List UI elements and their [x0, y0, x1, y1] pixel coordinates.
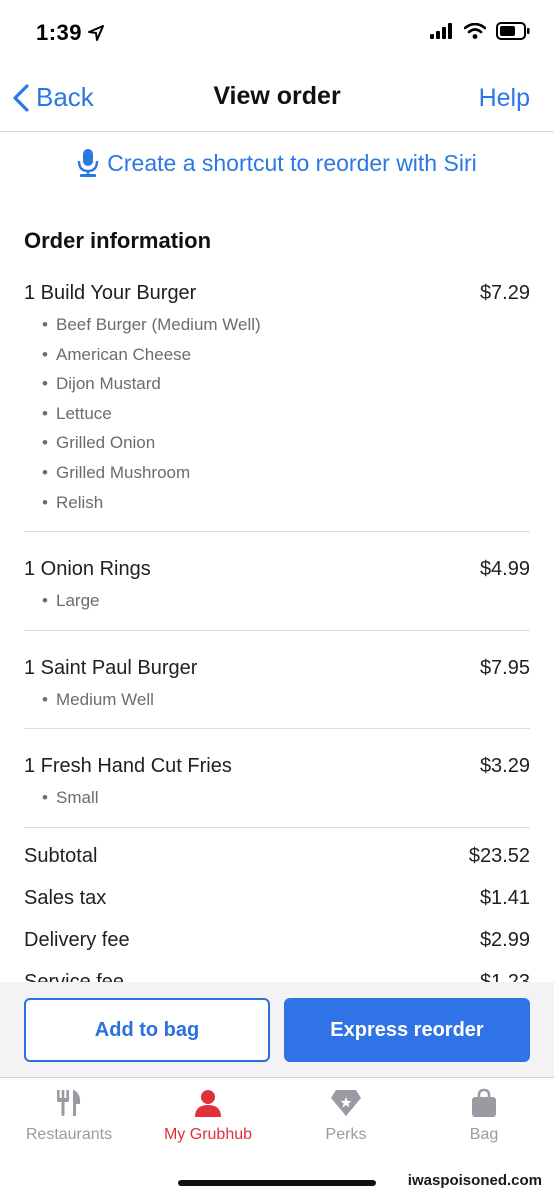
action-bar: Add to bag Express reorder [0, 982, 554, 1078]
siri-shortcut-label: Create a shortcut to reorder with Siri [107, 149, 477, 176]
tab-label: Perks [325, 1126, 367, 1143]
add-to-bag-button[interactable]: Add to bag [24, 998, 270, 1062]
siri-shortcut-link[interactable]: Create a shortcut to reorder with Siri [0, 146, 554, 180]
section-title: Order information [24, 228, 212, 253]
tab-restaurants[interactable]: Restaurants [9, 1088, 129, 1144]
total-row-sales-tax: Sales tax $1.41 [24, 882, 530, 924]
tab-perks[interactable]: Perks [286, 1088, 406, 1144]
modifier: American Cheese [24, 340, 530, 370]
modifier: Medium Well [24, 685, 530, 715]
order-item: 1 Onion Rings $4.99 Large [24, 554, 530, 631]
clock-text: 1:39 [36, 20, 83, 45]
item-price: $7.95 [479, 656, 530, 679]
modifier: Lettuce [24, 399, 530, 429]
modifier: Grilled Onion [24, 428, 530, 458]
watermark: iwaspoisoned.com [407, 1172, 542, 1189]
total-label: Sales tax [24, 887, 107, 909]
modifier: Relish [24, 488, 530, 518]
modifier: Grilled Mushroom [24, 458, 530, 488]
item-name: 1 Fresh Hand Cut Fries [24, 755, 232, 778]
modifier: Dijon Mustard [24, 369, 530, 399]
modifier: Large [24, 586, 530, 616]
item-price: $4.99 [479, 558, 530, 581]
item-name: 1 Build Your Burger [24, 282, 197, 304]
item-price: $7.29 [479, 282, 530, 304]
bag-icon [472, 1088, 496, 1117]
total-row-delivery-fee: Delivery fee $2.99 [24, 924, 530, 966]
location-arrow-icon [88, 25, 105, 41]
tab-label: Bag [469, 1126, 499, 1143]
modifier: Beef Burger (Medium Well) [24, 310, 530, 340]
help-link[interactable]: Help [479, 84, 530, 113]
order-item: 1 Fresh Hand Cut Fries $3.29 Small [24, 751, 530, 828]
order-items-list: 1 Build Your Burger $7.29 Beef Burger (M… [24, 278, 530, 850]
item-modifiers: Small [24, 783, 530, 813]
express-reorder-button[interactable]: Express reorder [284, 998, 530, 1062]
status-bar: 1:39 [0, 0, 554, 66]
signal-icon [430, 23, 452, 39]
status-icons [430, 22, 530, 40]
modifier: Small [24, 783, 530, 813]
page-title: View order [213, 82, 341, 110]
tab-bag[interactable]: Bag [424, 1088, 544, 1144]
order-item: 1 Saint Paul Burger $7.95 Medium Well [24, 653, 530, 730]
home-indicator [178, 1180, 376, 1186]
diamond-icon [331, 1090, 361, 1116]
status-time: 1:39 [36, 20, 105, 46]
item-modifiers: Large [24, 586, 530, 616]
battery-icon [496, 22, 530, 40]
navigation-bar: Back View order Help [0, 66, 554, 132]
total-label: Subtotal [24, 845, 98, 867]
tab-my-grubhub[interactable]: My Grubhub [148, 1088, 268, 1144]
item-name: 1 Onion Rings [24, 558, 151, 581]
item-modifiers: Medium Well [24, 685, 530, 715]
wifi-icon [464, 23, 486, 39]
fork-knife-icon [57, 1090, 81, 1116]
item-name: 1 Saint Paul Burger [24, 656, 198, 679]
tab-label: Restaurants [25, 1126, 113, 1143]
total-value: $2.99 [479, 929, 530, 951]
total-label: Delivery fee [24, 929, 130, 951]
total-row-subtotal: Subtotal $23.52 [24, 840, 530, 882]
total-value: $1.41 [479, 887, 530, 909]
person-icon [195, 1090, 221, 1117]
total-value: $23.52 [468, 845, 530, 867]
microphone-icon [78, 149, 99, 177]
item-modifiers: Beef Burger (Medium Well) American Chees… [24, 310, 530, 517]
item-price: $3.29 [479, 755, 530, 778]
order-item: 1 Build Your Burger $7.29 Beef Burger (M… [24, 278, 530, 533]
tab-label: My Grubhub [163, 1126, 253, 1143]
